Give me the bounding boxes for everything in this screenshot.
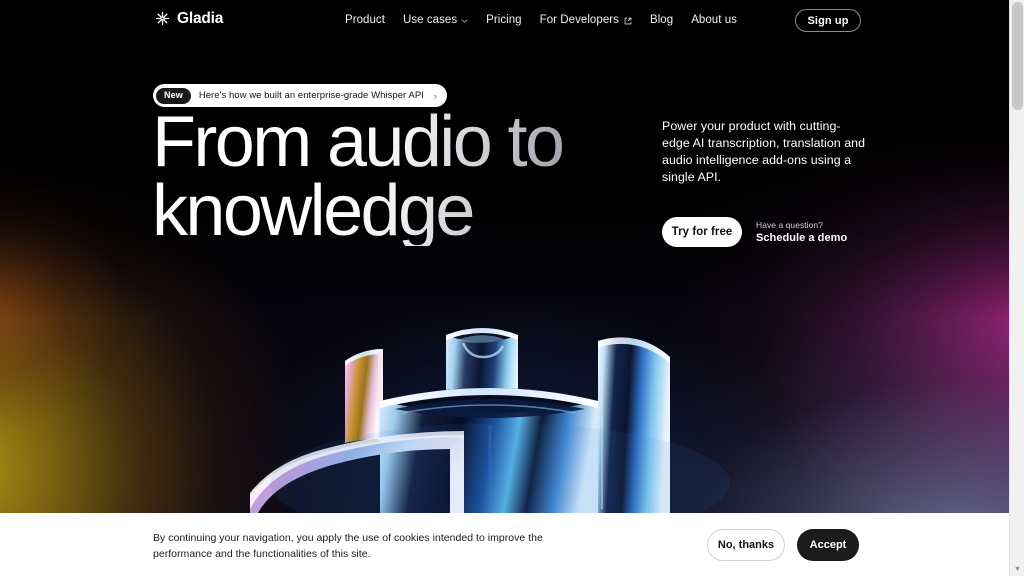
- brand-logo[interactable]: Gladia: [155, 11, 223, 27]
- sign-up-button[interactable]: Sign up: [795, 9, 861, 32]
- hero-actions: Try for free Have a question? Schedule a…: [662, 217, 867, 248]
- announcement-banner[interactable]: New Here's how we built an enterprise-gr…: [153, 84, 447, 107]
- cookie-consent-actions: No, thanks Accept: [707, 529, 859, 561]
- brand-name: Gladia: [177, 10, 224, 27]
- hero-headline: From audio to knowledge: [152, 108, 672, 246]
- cookie-accept-button[interactable]: Accept: [797, 529, 859, 561]
- cookie-consent-text: By continuing your navigation, you apply…: [153, 532, 543, 561]
- browser-viewport: Gladia Product Use cases Pricing For Dev…: [0, 0, 1024, 576]
- primary-navigation: Product Use cases Pricing For Developers: [336, 0, 746, 42]
- hero-headline-line-1: From audio to: [152, 102, 563, 182]
- schedule-a-demo-link: Schedule a demo: [756, 232, 848, 245]
- cookie-consent-banner: By continuing your navigation, you apply…: [0, 513, 1009, 576]
- nav-item-for-developers[interactable]: For Developers: [531, 9, 641, 33]
- scroll-down-arrow-icon[interactable]: ▼: [1010, 562, 1024, 576]
- nav-item-blog[interactable]: Blog: [641, 9, 682, 33]
- schedule-demo-block[interactable]: Have a question? Schedule a demo: [756, 220, 847, 244]
- chevron-down-icon: [461, 19, 468, 23]
- nav-item-about-us[interactable]: About us: [682, 9, 746, 33]
- webpage-canvas: Gladia Product Use cases Pricing For Dev…: [0, 0, 1009, 513]
- snowflake-logo-icon: [155, 11, 170, 26]
- vertical-scrollbar[interactable]: ▲ ▼: [1009, 0, 1024, 576]
- nav-item-pricing[interactable]: Pricing: [477, 9, 531, 33]
- nav-label: About us: [691, 14, 737, 27]
- scrollbar-thumb[interactable]: [1012, 2, 1023, 110]
- try-for-free-button[interactable]: Try for free: [662, 217, 742, 248]
- announcement-text: Here's how we built an enterprise-grade …: [198, 90, 424, 101]
- have-a-question-label: Have a question?: [756, 220, 823, 231]
- nav-label: Pricing: [486, 14, 522, 27]
- hero-side-column: Power your product with cutting-edge AI …: [662, 118, 867, 248]
- nav-label: Product: [345, 14, 385, 27]
- chevron-right-icon: ›: [433, 90, 437, 101]
- hero-headline-line-2: knowledge: [152, 171, 473, 252]
- hero-subtitle: Power your product with cutting-edge AI …: [662, 119, 866, 184]
- nav-label: For Developers: [539, 14, 619, 27]
- announcement-badge: New: [156, 87, 191, 104]
- nav-label: Blog: [649, 14, 674, 27]
- nav-item-product[interactable]: Product: [336, 9, 394, 33]
- external-link-icon: [623, 17, 632, 25]
- site-header: Gladia Product Use cases Pricing For Dev…: [0, 0, 1009, 42]
- nav-label: Use cases: [402, 14, 458, 27]
- nav-item-use-cases[interactable]: Use cases: [394, 9, 477, 33]
- cookie-decline-button[interactable]: No, thanks: [707, 529, 785, 561]
- hero-3d-artwork: [250, 313, 760, 513]
